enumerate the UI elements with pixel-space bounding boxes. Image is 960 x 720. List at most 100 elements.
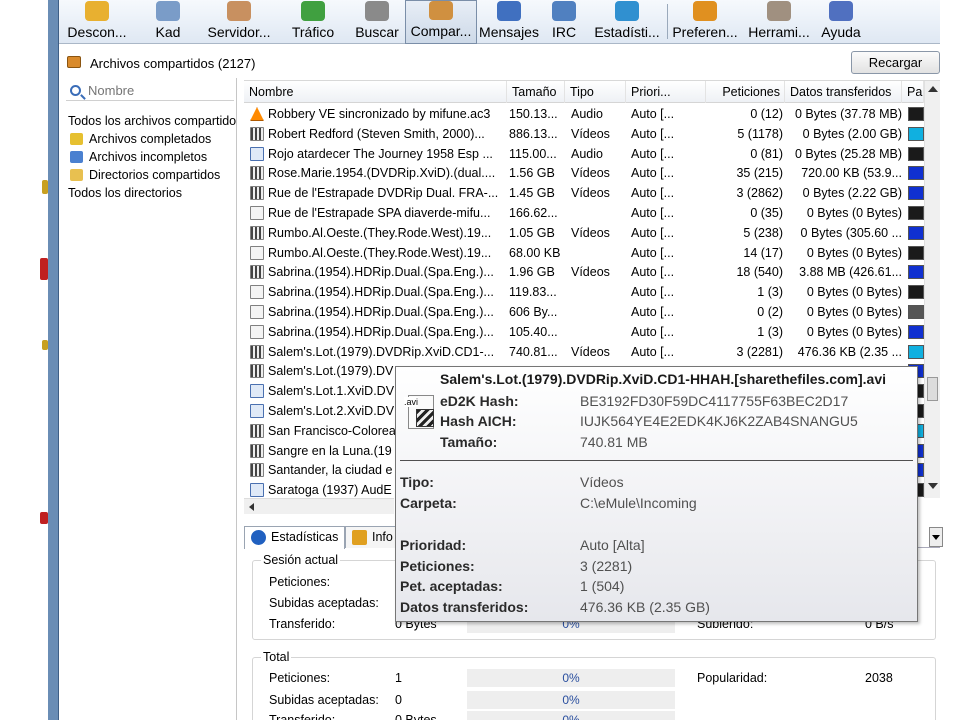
toolbar-button-irc[interactable]: IRC: [541, 0, 587, 44]
column-header-0[interactable]: Nombre: [244, 81, 507, 103]
cell-transferred: 0 Bytes (0 Bytes): [806, 206, 902, 220]
column-header-2[interactable]: Tipo: [565, 81, 626, 103]
toolbar-button-label: Servidor...: [207, 24, 271, 40]
table-row[interactable]: Robert Redford (Steven Smith, 2000)... 88…: [244, 124, 924, 144]
scroll-down-icon[interactable]: [928, 483, 938, 489]
table-row[interactable]: Rumbo.Al.Oeste.(They.Rode.West).19... 68.…: [244, 243, 924, 263]
toolbar-button-servidores[interactable]: Servidor...: [201, 0, 277, 44]
toolbar-button-label: Tráfico: [291, 24, 335, 40]
cell-transferred: 0 Bytes (0 Bytes): [806, 324, 902, 339]
tabs-dropdown-button[interactable]: [929, 527, 943, 547]
file-icon: [250, 324, 264, 339]
cell-name: Sabrina.(1954).HDRip.Dual.(Spa.Eng.)...: [268, 285, 494, 300]
toolbar-button-ayuda[interactable]: Ayuda: [816, 0, 866, 44]
table-row[interactable]: Sabrina.(1954).HDRip.Dual.(Spa.Eng.)... 1…: [244, 262, 924, 282]
column-header-4[interactable]: Peticiones: [706, 81, 785, 103]
cell-name: Rue de l'Estrapade DVDRip Dual. FRA-...: [268, 186, 499, 201]
tree-item-0[interactable]: Todos los archivos compartidos: [68, 112, 236, 130]
cell-size: 105.40...: [509, 324, 558, 339]
scroll-thumb[interactable]: [927, 377, 938, 401]
shared-files-header: Archivos compartidos (2127) Recargar: [59, 50, 940, 76]
table-row[interactable]: Rue de l'Estrapade SPA diaverde-mifu... 1…: [244, 203, 924, 223]
part-availability-bar: [908, 305, 924, 319]
column-header-5[interactable]: Datos transferidos: [785, 81, 902, 103]
cell-type: [571, 203, 626, 223]
table-row[interactable]: Sabrina.(1954).HDRip.Dual.(Spa.Eng.)... 1…: [244, 322, 924, 342]
tree-item-label: Directorios compartidos: [89, 168, 221, 182]
table-row[interactable]: Sabrina.(1954).HDRip.Dual.(Spa.Eng.)... 6…: [244, 302, 924, 322]
tooltip-separator: [400, 460, 913, 461]
ed2k-label: eD2K Hash:: [440, 393, 519, 409]
desktop-icon-fragment: [40, 512, 48, 524]
scroll-up-icon[interactable]: [928, 86, 938, 92]
shared-files-icon: [67, 56, 81, 68]
toolbar-button-label: Compar...: [410, 23, 472, 39]
table-row[interactable]: Rue de l'Estrapade DVDRip Dual. FRA-... 1…: [244, 183, 924, 203]
toolbar-button-desconectar[interactable]: Descon...: [59, 0, 135, 44]
toolbar-button-mensajes[interactable]: Mensajes: [477, 0, 541, 44]
cell-requests: 1 (3): [757, 285, 783, 300]
mensajes-icon: [497, 1, 521, 21]
cell-requests: 35 (215): [736, 166, 783, 181]
cell-size: 606 By...: [509, 305, 558, 319]
total-requests-label: Peticiones:: [269, 671, 331, 685]
scroll-left-icon[interactable]: [249, 503, 254, 511]
file-icon: [250, 245, 264, 260]
toolbar-button-herramientas[interactable]: Herrami...: [742, 0, 816, 44]
column-header-3[interactable]: Priori...: [626, 81, 706, 103]
part-availability-bar: [908, 285, 924, 300]
part-availability-bar: [908, 126, 924, 141]
toolbar-button-preferencias[interactable]: Preferen...: [668, 0, 742, 44]
folder-value: C:\eMule\Incoming: [580, 495, 697, 511]
toolbar-button-trafico[interactable]: Tráfico: [277, 0, 349, 44]
servidores-icon: [227, 1, 251, 21]
toolbar-button-buscar[interactable]: Buscar: [349, 0, 405, 44]
file-icon: [250, 305, 264, 319]
popularity-value: 2038: [865, 671, 893, 685]
toolbar-button-kad[interactable]: Kad: [135, 0, 201, 44]
herramientas-icon: [767, 1, 791, 21]
cell-type: Vídeos: [571, 265, 610, 280]
tree-item-2[interactable]: Archivos incompletos: [68, 148, 236, 166]
table-row[interactable]: Rumbo.Al.Oeste.(They.Rode.West).19... 1.0…: [244, 223, 924, 243]
table-row[interactable]: Sabrina.(1954).HDRip.Dual.(Spa.Eng.)... 1…: [244, 282, 924, 302]
cell-requests: 5 (1178): [737, 126, 783, 141]
toolbar-button-compartidos[interactable]: Compar...: [405, 0, 477, 44]
reload-button[interactable]: Recargar: [851, 51, 940, 74]
file-icon: [250, 285, 264, 300]
toolbar-button-label: Descon...: [67, 24, 127, 40]
cell-priority: Auto [...: [631, 344, 675, 359]
tree-item-label: Todos los archivos compartidos: [68, 114, 236, 128]
search-icon: [70, 85, 81, 96]
cell-type: Audio: [571, 146, 603, 161]
ayuda-icon: [829, 1, 853, 21]
cell-transferred: 476.36 KB (2.35 ...: [797, 344, 902, 359]
video-file-icon: [250, 186, 264, 201]
column-header-1[interactable]: Tamaño: [507, 81, 565, 103]
check-folder-icon: [70, 133, 83, 145]
tree-item-4[interactable]: Todos los directorios: [68, 184, 236, 202]
shared-files-title: Archivos compartidos (2127): [90, 56, 256, 71]
horizontal-scrollbar[interactable]: [244, 498, 394, 514]
table-row[interactable]: Rose.Marie.1954.(DVDRip.XviD).(dual.... 1…: [244, 163, 924, 183]
table-row[interactable]: Robbery VE sincronizado by mifune.ac3 150…: [244, 104, 924, 124]
toolbar-button-estadisticas[interactable]: Estadísti...: [587, 0, 667, 44]
cell-size: 886.13...: [509, 126, 558, 141]
cell-size: 1.05 GB: [509, 225, 555, 240]
search-input[interactable]: [88, 82, 232, 99]
audio-file-icon: [250, 483, 264, 498]
search-box[interactable]: [66, 81, 234, 101]
tab-statistics[interactable]: Estadísticas: [244, 526, 346, 549]
total-requests-progress: 0%: [467, 669, 675, 687]
total-stats-title: Total: [261, 650, 292, 664]
vertical-scrollbar[interactable]: [924, 81, 940, 498]
tree-item-3[interactable]: Directorios compartidos: [68, 166, 236, 184]
table-row[interactable]: Rojo atardecer The Journey 1958 Esp ... 1…: [244, 144, 924, 164]
table-row[interactable]: Salem's.Lot.(1979).DVDRip.XviD.CD1-... 74…: [244, 342, 924, 362]
cell-transferred: 0 Bytes (0 Bytes): [806, 305, 902, 319]
tree-item-1[interactable]: Archivos completados: [68, 130, 236, 148]
cell-priority: Auto [...: [631, 305, 675, 319]
column-header-6[interactable]: Par: [902, 81, 924, 103]
cell-priority: Auto [...: [631, 225, 675, 240]
cell-transferred: 0 Bytes (0 Bytes): [806, 285, 902, 300]
